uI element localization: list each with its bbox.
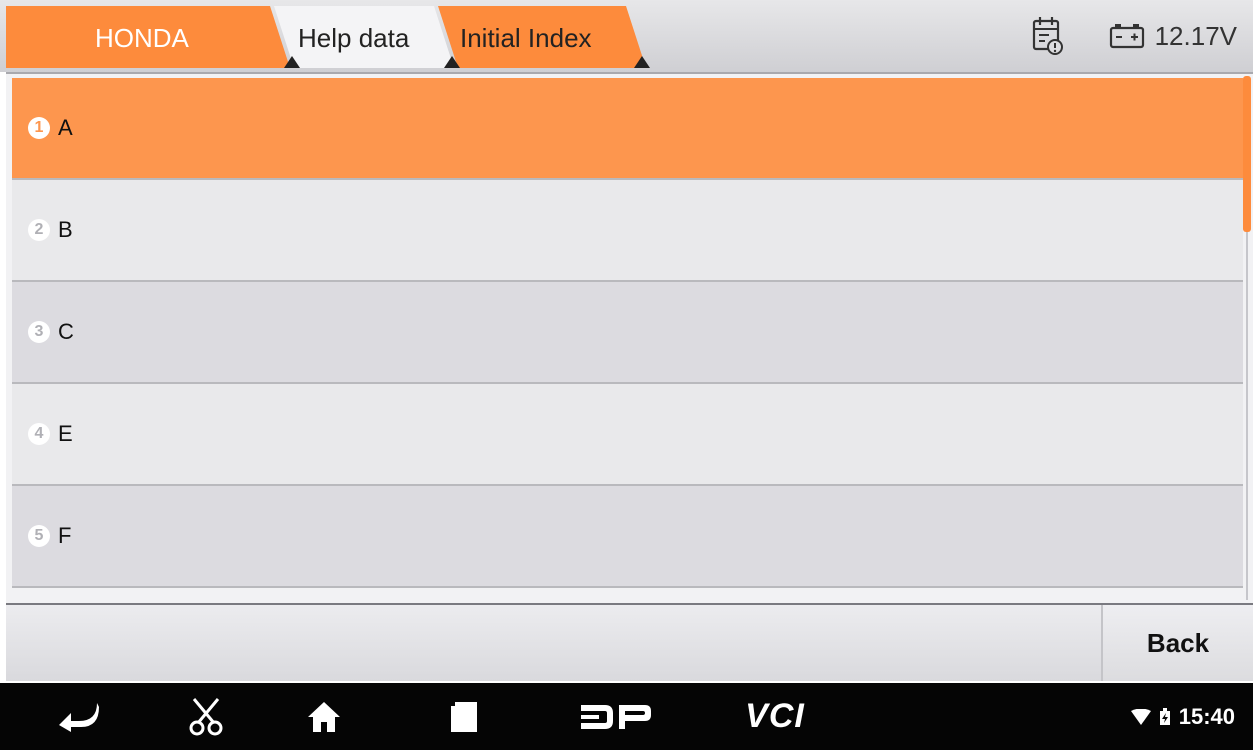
system-status: 15:40 <box>1130 683 1235 750</box>
list-item-label: A <box>58 115 73 140</box>
list-item-label: C <box>58 319 74 344</box>
report-calendar-icon[interactable] <box>1031 16 1065 56</box>
wifi-icon <box>1130 708 1151 725</box>
item-number-badge: 5 <box>28 525 50 547</box>
breadcrumb-honda[interactable]: HONDA <box>95 6 189 68</box>
item-number-badge: 4 <box>28 423 50 445</box>
list-item-label: E <box>58 421 73 446</box>
breadcrumb-help-data[interactable]: Help data <box>298 6 409 68</box>
item-number-badge: 3 <box>28 321 50 343</box>
recent-apps-icon[interactable] <box>434 683 494 750</box>
dp-logo-icon[interactable] <box>576 683 656 750</box>
back-button[interactable]: Back <box>1101 605 1253 681</box>
initial-index-list: 1 A 2 B 3 C 4 E 5 F <box>12 78 1243 588</box>
list-item-e[interactable]: 4 E <box>12 384 1243 486</box>
action-bar: Back <box>6 603 1253 681</box>
top-bar: HONDA Help data Initial Index 12.17V <box>0 0 1253 72</box>
list-panel: 1 A 2 B 3 C 4 E 5 F <box>6 72 1253 603</box>
list-item-a[interactable]: 1 A <box>12 78 1243 180</box>
list-item-b[interactable]: 2 B <box>12 180 1243 282</box>
list-item-label: B <box>58 217 73 242</box>
home-icon[interactable] <box>294 683 354 750</box>
breadcrumb-initial-index[interactable]: Initial Index <box>460 6 592 68</box>
vci-logo-icon[interactable]: VCI <box>720 683 830 750</box>
system-nav-bar: VCI 15:40 <box>0 683 1253 750</box>
clock: 15:40 <box>1178 703 1235 729</box>
scissors-icon[interactable] <box>176 683 236 750</box>
status-area: 12.17V <box>1031 12 1237 60</box>
back-arrow-icon[interactable] <box>50 683 110 750</box>
scrollbar-thumb[interactable] <box>1243 76 1251 232</box>
item-number-badge: 2 <box>28 219 50 241</box>
list-item-label: F <box>58 523 72 548</box>
battery-status-icon <box>1159 707 1170 725</box>
vci-label: VCI <box>745 697 805 735</box>
item-number-badge: 1 <box>28 117 50 139</box>
list-scrollbar[interactable] <box>1243 76 1251 600</box>
car-battery-icon <box>1109 24 1144 49</box>
list-item-c[interactable]: 3 C <box>12 282 1243 384</box>
voltage-reading: 12.17V <box>1154 20 1237 51</box>
list-item-f[interactable]: 5 F <box>12 486 1243 588</box>
